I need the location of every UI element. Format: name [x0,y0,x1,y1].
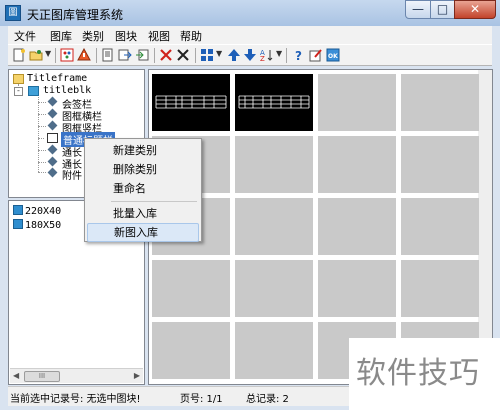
arrow-up-icon[interactable] [227,48,241,62]
minimize-icon: — [412,2,424,16]
export-icon[interactable] [118,48,132,62]
status-total: 总记录: 2 [246,394,289,405]
list-item-label: 220X40 [25,206,62,217]
help-icon[interactable]: ? [292,48,306,62]
thumbnail-cell[interactable] [318,260,396,317]
maximize-button[interactable]: □ [430,0,455,19]
svg-text:?: ? [295,49,302,62]
toolbar-separator [55,48,56,63]
thumbnail-cell[interactable] [235,260,313,317]
thumbnail-cell[interactable] [401,198,479,255]
thumbnail-cell[interactable] [152,74,230,131]
block-icon [47,120,58,131]
list-item-label: 180X50 [25,220,62,231]
close-button[interactable]: ✕ [454,0,496,19]
arrow-down-icon[interactable] [243,48,257,62]
title-bar[interactable]: 圖 天正图库管理系统 — □ ✕ [0,0,500,26]
menu-library[interactable]: 图库 [50,28,72,44]
menu-item-new-category[interactable]: 新建类别 [87,141,199,160]
scroll-thumb[interactable]: III [24,371,60,382]
ok-icon[interactable]: OK [326,48,340,62]
thumbnail-cell[interactable] [235,74,313,131]
cross-icon[interactable] [176,48,190,62]
view-dropdown-icon[interactable]: ▼ [216,49,222,58]
menu-item-batch-import[interactable]: 批量入库 [87,204,199,223]
toolbar-separator [154,48,155,63]
thumbnail-cell[interactable] [401,260,479,317]
menu-item-rename[interactable]: 重命名 [87,179,199,198]
sort-dropdown-icon[interactable]: ▼ [276,49,282,58]
palette-icon[interactable] [60,48,74,62]
thumbnail-cell[interactable] [235,136,313,193]
menu-separator [111,201,197,202]
window-title: 天正图库管理系统 [27,8,124,22]
thumbnail-cell[interactable] [152,322,230,379]
folder-icon [13,74,24,84]
title-block-preview [155,95,227,109]
block-icon [13,205,23,215]
app-icon: 圖 [5,5,21,21]
view-mode-icon[interactable] [200,48,214,62]
list-item[interactable]: 220X40 [13,205,61,217]
menu-item-delete-category[interactable]: 删除类别 [87,160,199,179]
alert-icon[interactable] [77,48,91,62]
thumbnail-cell[interactable] [318,74,396,131]
toolbar-separator [195,48,196,63]
delete-icon[interactable] [159,48,173,62]
thumbnail-cell[interactable] [235,322,313,379]
close-icon: ✕ [469,2,481,16]
open-dropdown-icon[interactable]: ▼ [45,49,51,58]
import-icon[interactable] [135,48,149,62]
thumbnail-cell[interactable] [401,136,479,193]
menu-file[interactable]: 文件 [14,28,36,44]
block-icon [47,108,58,119]
new-lib-icon[interactable] [12,48,26,62]
thumbnail-cell[interactable] [235,198,313,255]
copy-icon[interactable] [101,48,115,62]
block-icon [47,167,58,178]
block-icon [47,96,58,107]
thumbnail-cell[interactable] [152,260,230,317]
status-page: 页号: 1/1 [180,394,223,405]
menu-view[interactable]: 视图 [148,28,170,44]
menu-category[interactable]: 类别 [82,28,104,44]
sort-icon[interactable]: AZ [260,48,274,62]
svg-text:Z: Z [260,55,265,62]
menu-help[interactable]: 帮助 [180,28,202,44]
toolbar-separator [96,48,97,63]
tree-root[interactable]: Titleframe [27,73,87,84]
tree-item[interactable]: 附件 [62,167,82,182]
open-lib-icon[interactable] [29,48,43,62]
toolbar: ▼ ▼ AZ ▼ ? OK [8,44,492,66]
thumbnail-cell[interactable] [318,198,396,255]
collapse-icon[interactable]: - [14,87,23,96]
thumbnail-cell[interactable] [401,74,479,131]
thumbnail-cell[interactable] [318,136,396,193]
block-icon [13,219,23,229]
scroll-left-icon[interactable]: ◀ [13,371,19,380]
edit-icon[interactable] [309,48,323,62]
status-record: 当前选中记录号: 无选中图块! [10,394,141,405]
tree-group[interactable]: titleblk [43,85,91,96]
context-menu: 新建类别 删除类别 重命名 批量入库 新图入库 [84,138,202,242]
group-icon [28,86,39,96]
horizontal-scrollbar[interactable]: ◀ III ▶ [10,368,143,383]
svg-text:OK: OK [328,53,338,60]
menu-bar: 文件 图库 类别 图块 视图 帮助 [8,26,492,44]
toolbar-separator [286,48,287,63]
open-block-icon [47,133,58,143]
title-block-preview [238,95,310,109]
vertical-scrollbar[interactable] [478,70,492,384]
minimize-button[interactable]: — [405,0,431,19]
menu-item-new-image-import[interactable]: 新图入库 [87,223,199,242]
list-item[interactable]: 180X50 [13,219,61,231]
scroll-right-icon[interactable]: ▶ [134,371,140,380]
block-icon [47,144,58,155]
menu-block[interactable]: 图块 [115,28,137,44]
watermark: 软件技巧 [356,356,480,391]
block-icon [47,156,58,167]
maximize-icon: □ [436,2,449,16]
